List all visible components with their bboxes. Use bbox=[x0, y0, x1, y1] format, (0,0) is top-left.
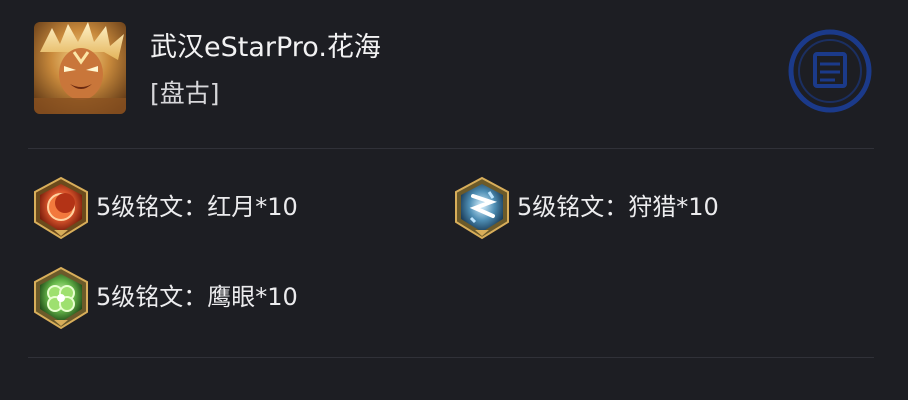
hero-avatar[interactable] bbox=[34, 22, 126, 114]
team-stamp-icon bbox=[787, 28, 873, 114]
player-name: 武汉eStarPro.花海 bbox=[150, 32, 381, 63]
hunt-rune-icon bbox=[453, 176, 511, 240]
hawk-eye-rune-icon bbox=[32, 266, 90, 330]
red-moon-rune-icon bbox=[32, 176, 90, 240]
footer-divider bbox=[28, 357, 874, 358]
rune-label: 5级铭文：狩猎*10 bbox=[517, 193, 719, 221]
player-rune-card: 武汉eStarPro.花海 [盘古] 5级铭文：红月*10 5级铭文：狩猎*10… bbox=[0, 0, 908, 400]
player-header: 武汉eStarPro.花海 [盘古] bbox=[0, 0, 908, 148]
rune-label: 5级铭文：红月*10 bbox=[96, 193, 298, 221]
rune-list: 5级铭文：红月*10 5级铭文：狩猎*10 5级铭文：鹰眼*10 bbox=[0, 149, 908, 357]
hero-portrait-icon bbox=[34, 22, 126, 114]
hero-name: [盘古] bbox=[150, 79, 220, 108]
rune-label: 5级铭文：鹰眼*10 bbox=[96, 283, 298, 311]
